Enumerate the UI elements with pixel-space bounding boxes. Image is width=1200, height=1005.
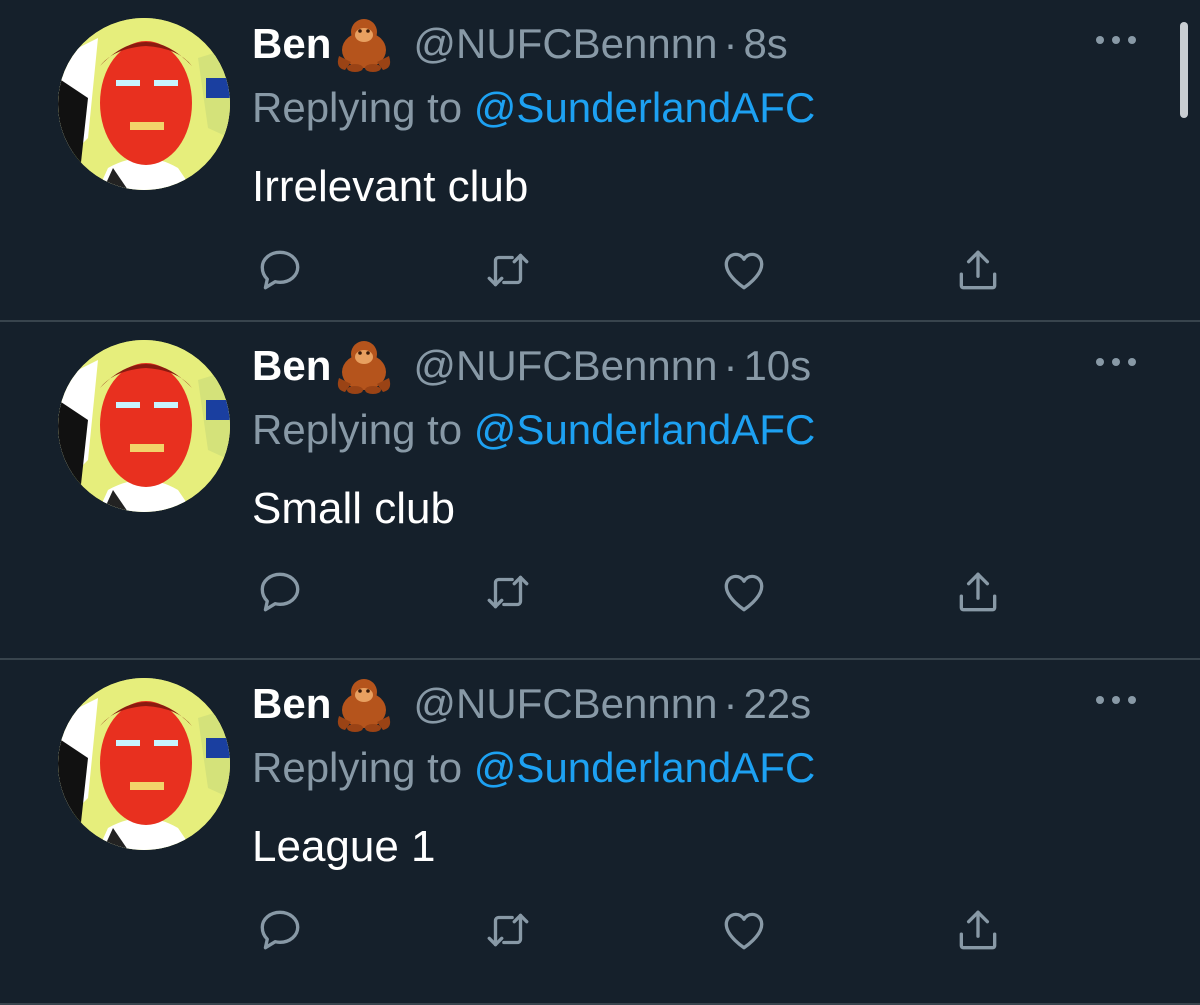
like-button[interactable] — [716, 902, 772, 958]
like-button[interactable] — [716, 242, 772, 298]
retweet-button[interactable] — [480, 564, 536, 620]
replying-prefix: Replying to — [252, 84, 474, 131]
retweet-icon — [487, 575, 529, 609]
share-button[interactable] — [950, 902, 1006, 958]
heart-icon — [724, 252, 764, 290]
username-handle[interactable]: @NUFCBennnn — [413, 20, 717, 68]
tweet-actions — [252, 902, 1012, 958]
reply-icon — [260, 910, 300, 950]
mention-link[interactable]: @SunderlandAFC — [474, 406, 815, 453]
tweet[interactable]: Ben @NUFCBennnn · 8s Replying to @Sunder… — [0, 0, 1200, 322]
tweet-header: Ben @NUFCBennnn · 8s — [252, 16, 788, 72]
separator-dot: · — [723, 680, 738, 727]
display-name[interactable]: Ben — [252, 680, 331, 728]
reply-button[interactable] — [252, 242, 308, 298]
tweet-actions — [252, 564, 1012, 620]
display-name[interactable]: Ben — [252, 342, 331, 390]
reply-icon — [260, 572, 300, 612]
tweet-header: Ben @NUFCBennnn · 22s — [252, 676, 811, 732]
timestamp[interactable]: 8s — [743, 20, 787, 68]
orangutan-emoji-icon — [333, 338, 395, 394]
orangutan-emoji-icon — [333, 676, 395, 732]
scrollbar[interactable] — [1180, 22, 1188, 118]
share-button[interactable] — [950, 564, 1006, 620]
mention-link[interactable]: @SunderlandAFC — [474, 84, 815, 131]
replying-to-line: Replying to @SunderlandAFC — [252, 84, 815, 132]
separator-dot: · — [723, 342, 738, 389]
timestamp[interactable]: 10s — [743, 342, 811, 390]
more-options-icon[interactable] — [1096, 352, 1136, 372]
share-icon — [959, 572, 997, 612]
replying-prefix: Replying to — [252, 406, 474, 453]
tweet[interactable]: Ben @NUFCBennnn · 10s Replying to @Sunde… — [0, 322, 1200, 660]
tweet[interactable]: Ben @NUFCBennnn · 22s Replying to @Sunde… — [0, 660, 1200, 1005]
more-options-icon[interactable] — [1096, 690, 1136, 710]
reply-button[interactable] — [252, 564, 308, 620]
heart-icon — [724, 574, 764, 612]
avatar[interactable] — [58, 18, 230, 190]
reply-icon — [260, 250, 300, 290]
share-icon — [959, 910, 997, 950]
username-handle[interactable]: @NUFCBennnn — [413, 342, 717, 390]
retweet-icon — [487, 913, 529, 947]
replying-to-line: Replying to @SunderlandAFC — [252, 406, 815, 454]
tweet-header: Ben @NUFCBennnn · 10s — [252, 338, 811, 394]
heart-icon — [724, 912, 764, 950]
username-handle[interactable]: @NUFCBennnn — [413, 680, 717, 728]
retweet-icon — [487, 253, 529, 287]
reply-button[interactable] — [252, 902, 308, 958]
tweet-text: Small club — [252, 484, 455, 533]
separator-dot: · — [723, 20, 738, 67]
mention-link[interactable]: @SunderlandAFC — [474, 744, 815, 791]
tweet-text: League 1 — [252, 822, 436, 871]
more-options-icon[interactable] — [1096, 30, 1136, 50]
timestamp[interactable]: 22s — [743, 680, 811, 728]
like-button[interactable] — [716, 564, 772, 620]
replying-to-line: Replying to @SunderlandAFC — [252, 744, 815, 792]
avatar[interactable] — [58, 340, 230, 512]
retweet-button[interactable] — [480, 902, 536, 958]
retweet-button[interactable] — [480, 242, 536, 298]
tweet-actions — [252, 242, 1012, 298]
tweet-text: Irrelevant club — [252, 162, 529, 211]
tweet-feed: Ben @NUFCBennnn · 8s Replying to @Sunder… — [0, 0, 1200, 1005]
orangutan-emoji-icon — [333, 16, 395, 72]
share-icon — [959, 250, 997, 290]
avatar[interactable] — [58, 678, 230, 850]
replying-prefix: Replying to — [252, 744, 474, 791]
share-button[interactable] — [950, 242, 1006, 298]
display-name[interactable]: Ben — [252, 20, 331, 68]
